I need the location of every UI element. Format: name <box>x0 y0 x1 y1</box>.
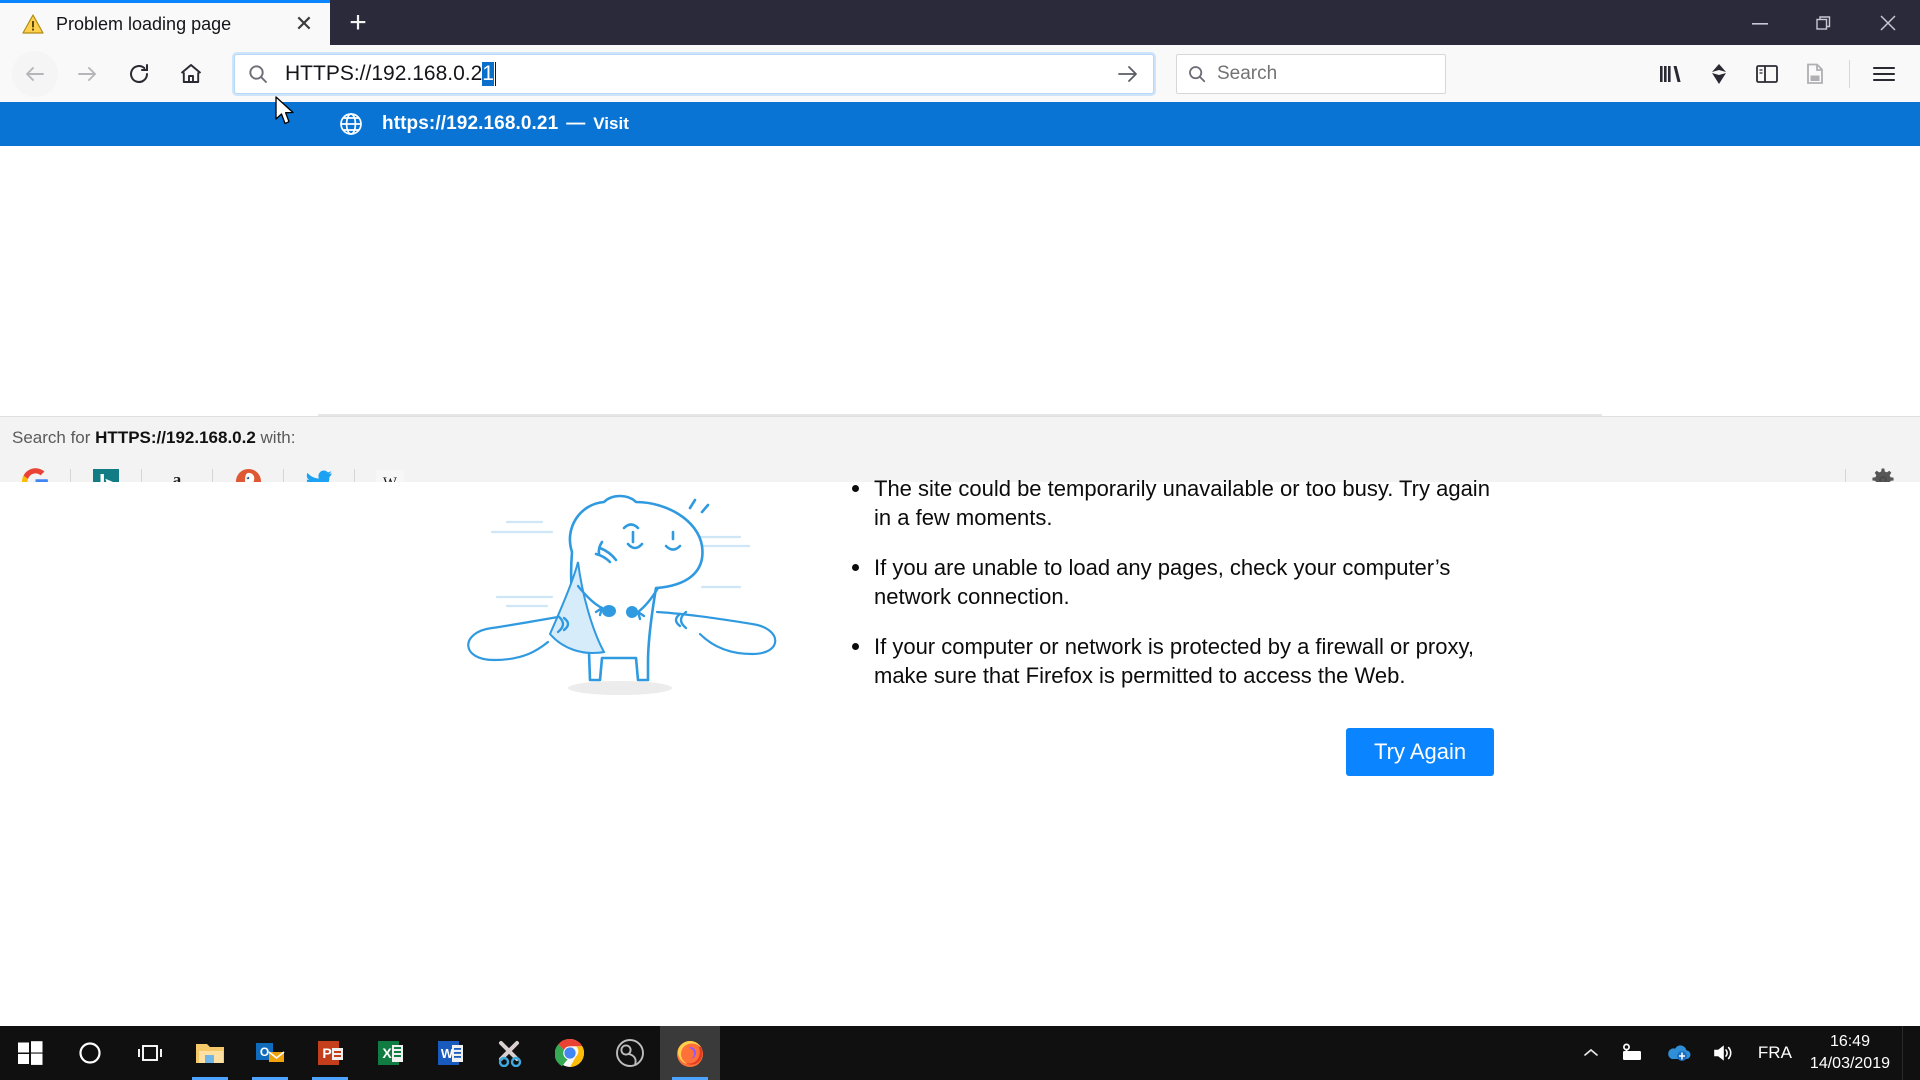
search-icon <box>247 63 271 85</box>
try-again-button[interactable]: Try Again <box>1346 728 1494 776</box>
autocomplete-separator: — <box>566 113 585 135</box>
speaker-icon[interactable] <box>1702 1043 1746 1063</box>
search-for-suffix: with: <box>256 428 296 447</box>
restore-button[interactable] <box>1792 0 1856 45</box>
toolbar-right-group <box>1647 51 1908 97</box>
firefox-button[interactable] <box>660 1026 720 1080</box>
address-bar-autocomplete-popup: https://192.168.0.21 — Visit Search for … <box>0 102 1920 482</box>
clock[interactable]: 16:49 14/03/2019 <box>1804 1031 1902 1075</box>
system-tray: FRA 16:49 14/03/2019 <box>1572 1026 1920 1080</box>
chrome-button[interactable] <box>540 1026 600 1080</box>
clock-time: 16:49 <box>1810 1031 1890 1053</box>
close-button[interactable] <box>1856 0 1920 45</box>
onedrive-icon[interactable] <box>1656 1043 1702 1063</box>
obs-button[interactable] <box>600 1026 660 1080</box>
svg-text:O: O <box>260 1045 269 1059</box>
window-controls <box>1728 0 1920 45</box>
clock-date: 14/03/2019 <box>1810 1053 1890 1075</box>
browser-tab[interactable]: Problem loading page ✕ <box>0 0 330 45</box>
cortana-search-button[interactable] <box>60 1026 120 1080</box>
removable-media-icon[interactable] <box>1610 1043 1656 1063</box>
search-for-label: Search for HTTPS://192.168.0.2 with: <box>12 428 295 448</box>
navigation-toolbar: HTTPS://192.168.0.21 Search <box>0 45 1920 102</box>
home-button[interactable] <box>168 51 214 97</box>
sidebar-icon[interactable] <box>1743 51 1791 97</box>
toolbar-separator <box>1849 60 1850 88</box>
file-explorer-button[interactable] <box>180 1026 240 1080</box>
chevron-up-icon[interactable] <box>1572 1046 1610 1060</box>
svg-text:P: P <box>322 1045 331 1061</box>
error-reason-item: If you are unable to load any pages, che… <box>852 553 1502 611</box>
go-button[interactable] <box>1109 57 1147 91</box>
minimize-button[interactable] <box>1728 0 1792 45</box>
autocomplete-result-url: https://192.168.0.21 <box>382 113 558 135</box>
svg-text:X: X <box>382 1045 392 1061</box>
unplugged-dinosaur-illustration <box>452 482 792 697</box>
mouse-cursor <box>274 96 296 126</box>
text-caret <box>495 62 496 86</box>
outlook-button[interactable]: O <box>240 1026 300 1080</box>
address-bar[interactable]: HTTPS://192.168.0.21 <box>234 54 1154 94</box>
new-tab-button[interactable]: + <box>330 0 386 45</box>
error-reason-list: The site could be temporarily unavailabl… <box>852 474 1502 711</box>
search-input-placeholder: Search <box>1217 63 1277 85</box>
save-to-pdf-icon[interactable] <box>1791 51 1839 97</box>
start-button[interactable] <box>0 1026 60 1080</box>
powerpoint-button[interactable]: P <box>300 1026 360 1080</box>
forward-button[interactable] <box>64 51 110 97</box>
keyboard-language-indicator[interactable]: FRA <box>1746 1043 1804 1063</box>
divider <box>318 414 1602 416</box>
address-bar-typed-value: HTTPS://192.168.0.2 <box>285 62 482 86</box>
warning-triangle-icon <box>22 14 44 34</box>
search-for-prefix: Search for <box>12 428 95 447</box>
show-desktop-button[interactable] <box>1902 1026 1910 1080</box>
reload-button[interactable] <box>116 51 162 97</box>
error-page-content: The site could be temporarily unavailabl… <box>0 482 1920 1027</box>
search-for-label-row: Search for HTTPS://192.168.0.2 with: <box>0 416 1920 458</box>
tab-title: Problem loading page <box>56 14 288 35</box>
back-button[interactable] <box>12 51 58 97</box>
search-bar[interactable]: Search <box>1176 54 1446 94</box>
word-button[interactable]: W <box>420 1026 480 1080</box>
snipping-tool-button[interactable] <box>480 1026 540 1080</box>
browser-title-bar: Problem loading page ✕ + <box>0 0 1920 45</box>
menu-icon[interactable] <box>1860 51 1908 97</box>
autocomplete-empty-area <box>0 146 1920 416</box>
address-bar-text: HTTPS://192.168.0.21 <box>285 62 1109 86</box>
pocket-icon[interactable] <box>1695 51 1743 97</box>
svg-text:W: W <box>441 1046 454 1061</box>
error-reason-item: If your computer or network is protected… <box>852 632 1502 690</box>
globe-icon <box>338 111 364 137</box>
search-icon <box>1187 64 1207 84</box>
error-reason-item: The site could be temporarily unavailabl… <box>852 474 1502 532</box>
library-icon[interactable] <box>1647 51 1695 97</box>
task-view-button[interactable] <box>120 1026 180 1080</box>
tab-strip: Problem loading page ✕ + <box>0 0 386 45</box>
search-for-term: HTTPS://192.168.0.2 <box>95 428 256 447</box>
autocomplete-result-action: Visit <box>593 114 629 134</box>
excel-button[interactable]: X <box>360 1026 420 1080</box>
address-bar-autocomplete-selection: 1 <box>482 62 494 86</box>
close-icon[interactable]: ✕ <box>288 8 320 40</box>
windows-taskbar: O P X W <box>0 1026 1920 1080</box>
